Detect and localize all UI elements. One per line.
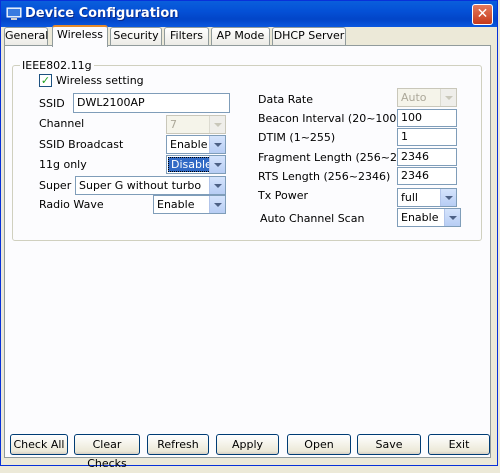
g-only-label: 11g only (39, 158, 87, 171)
radio-wave-select[interactable]: Enable (153, 195, 226, 214)
rts-length-label: RTS Length (256~2346) (258, 170, 391, 183)
wireless-setting-label: Wireless setting (56, 74, 144, 87)
clear-checks-button[interactable]: Clear Checks (74, 434, 140, 470)
open-button[interactable]: Open (287, 434, 351, 455)
window-title: Device Configuration (25, 6, 179, 21)
super-g-select[interactable]: Super G without turbo (75, 176, 226, 195)
tab-dhcp-server[interactable]: DHCP Server (272, 27, 346, 45)
auto-channel-scan-label: Auto Channel Scan (260, 212, 365, 225)
computer-icon (6, 7, 22, 20)
tab-general[interactable]: General (4, 27, 48, 45)
group-title: IEEE802.11g (20, 59, 94, 72)
fragment-length-input[interactable]: 2346 (397, 148, 457, 166)
beacon-interval-label: Beacon Interval (20~1000) (258, 112, 408, 125)
beacon-interval-input[interactable]: 100 (397, 109, 457, 127)
checkmark-icon: ✓ (40, 74, 51, 87)
chevron-down-icon (209, 177, 225, 194)
chevron-down-icon (444, 209, 460, 226)
check-all-button[interactable]: Check All (10, 434, 68, 455)
apply-button[interactable]: Apply (216, 434, 279, 455)
tx-power-select[interactable]: full (397, 188, 457, 207)
tab-wireless[interactable]: Wireless (52, 25, 108, 47)
chevron-down-icon (440, 89, 456, 106)
refresh-button[interactable]: Refresh (147, 434, 209, 455)
channel-select[interactable]: 7 (166, 115, 226, 134)
tx-power-label: Tx Power (258, 189, 308, 202)
data-rate-select[interactable]: Auto (397, 88, 457, 107)
chevron-down-icon (209, 156, 225, 173)
radio-wave-label: Radio Wave (39, 198, 104, 211)
tab-security[interactable]: Security (110, 27, 162, 45)
dtim-label: DTIM (1~255) (258, 131, 336, 144)
chevron-down-icon (209, 136, 225, 153)
tab-filters[interactable]: Filters (164, 27, 209, 45)
tab-ap-mode[interactable]: AP Mode (211, 27, 270, 45)
wireless-setting-checkbox[interactable]: ✓ (39, 74, 52, 87)
chevron-down-icon (209, 116, 225, 133)
close-icon: ✕ (476, 6, 489, 22)
dtim-input[interactable]: 1 (397, 128, 457, 146)
close-button[interactable]: ✕ (472, 4, 493, 25)
ssid-label: SSID (39, 97, 65, 110)
auto-channel-scan-select[interactable]: Enable (397, 208, 461, 227)
channel-label: Channel (39, 117, 85, 130)
g-only-select[interactable]: Disable (166, 155, 226, 174)
ssid-broadcast-label: SSID Broadcast (39, 138, 124, 151)
chevron-down-icon (209, 196, 225, 213)
ssid-broadcast-select[interactable]: Enable (166, 135, 226, 154)
save-button[interactable]: Save (357, 434, 421, 455)
rts-length-input[interactable]: 2346 (397, 167, 457, 185)
chevron-down-icon (440, 189, 456, 206)
title-bar[interactable]: Device Configuration ✕ (1, 1, 497, 27)
exit-button[interactable]: Exit (428, 434, 490, 455)
data-rate-label: Data Rate (258, 93, 313, 106)
ssid-input[interactable]: DWL2100AP (73, 93, 230, 113)
